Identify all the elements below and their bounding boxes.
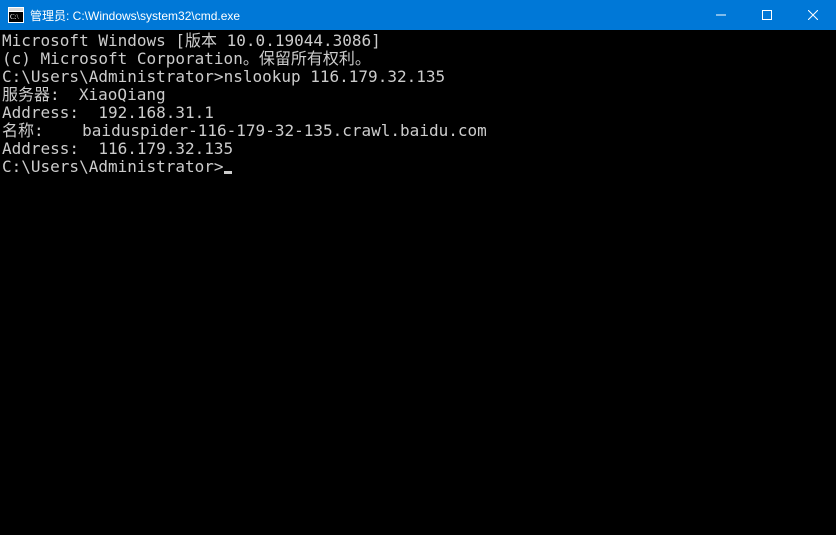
titlebar[interactable]: C:\ 管理员: C:\Windows\system32\cmd.exe (0, 0, 836, 30)
prompt: C:\Users\Administrator> (2, 157, 224, 176)
prompt: C:\Users\Administrator> (2, 67, 224, 86)
prompt-line: C:\Users\Administrator>nslookup 116.179.… (2, 68, 836, 86)
output-line: Address: 192.168.31.1 (2, 104, 836, 122)
output-line: (c) Microsoft Corporation。保留所有权利。 (2, 50, 836, 68)
output-line: 服务器: XiaoQiang (2, 86, 836, 104)
cmd-window: C:\ 管理员: C:\Windows\system32\cmd.exe Mic… (0, 0, 836, 535)
window-title: 管理员: C:\Windows\system32\cmd.exe (30, 7, 240, 24)
maximize-button[interactable] (744, 0, 790, 30)
cursor (224, 171, 232, 174)
output-line: 名称: baiduspider-116-179-32-135.crawl.bai… (2, 122, 836, 140)
cmd-icon: C:\ (8, 7, 24, 23)
prompt-line: C:\Users\Administrator> (2, 158, 836, 176)
minimize-button[interactable] (698, 0, 744, 30)
output-line: Address: 116.179.32.135 (2, 140, 836, 158)
close-button[interactable] (790, 0, 836, 30)
terminal-output[interactable]: Microsoft Windows [版本 10.0.19044.3086](c… (0, 30, 836, 535)
svg-text:C:\: C:\ (10, 13, 19, 21)
output-line: Microsoft Windows [版本 10.0.19044.3086] (2, 32, 836, 50)
command-text: nslookup 116.179.32.135 (224, 67, 446, 86)
